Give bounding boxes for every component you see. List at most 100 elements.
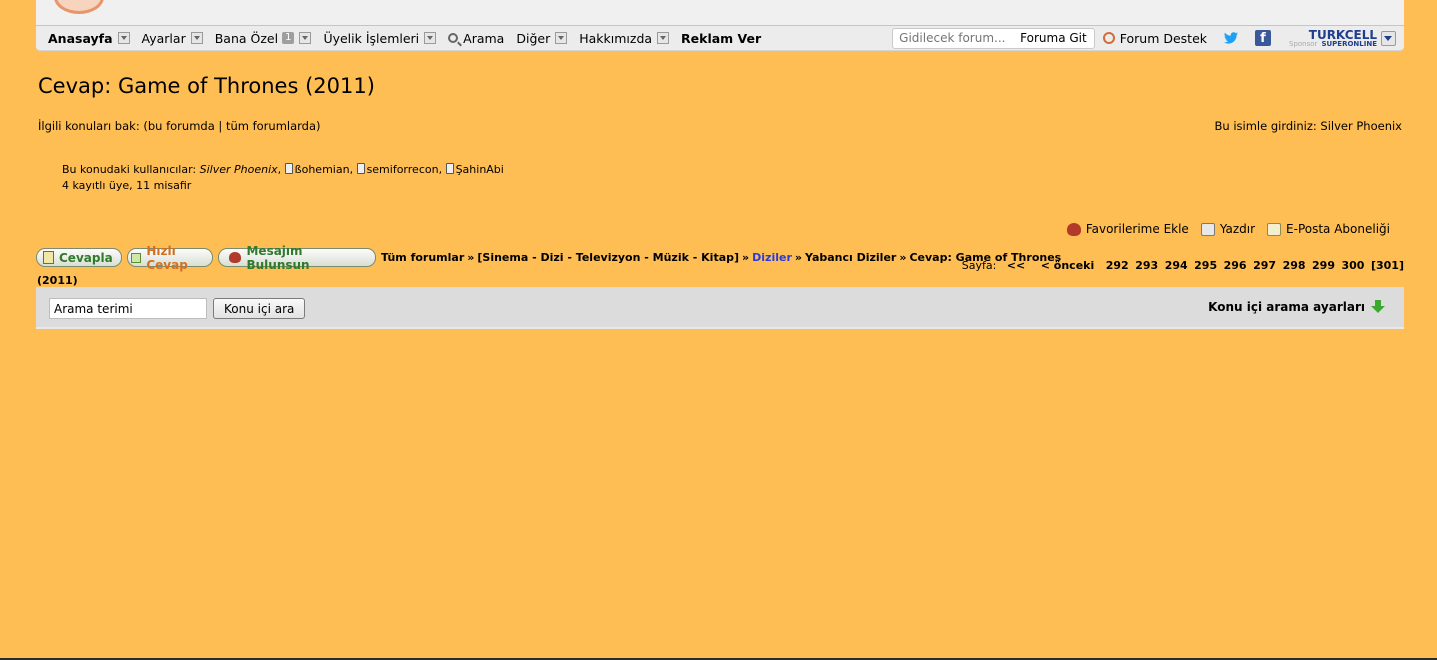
mobile-icon bbox=[445, 163, 454, 174]
nav-membership[interactable]: Üyelik İşlemleri bbox=[323, 30, 437, 46]
arrow-right-icon bbox=[131, 252, 142, 263]
reply-button-label: Cevapla bbox=[59, 250, 113, 265]
top-banner bbox=[36, 0, 1404, 25]
download-arrow-icon bbox=[1371, 300, 1385, 314]
viewers-line: Bu konudaki kullanıcılar: Silver Phoenix… bbox=[62, 163, 504, 176]
quick-reply-button-label: Hızlı Cevap bbox=[146, 243, 188, 272]
nav-about[interactable]: Hakkımızda bbox=[579, 31, 670, 46]
breadcrumb-forum[interactable]: Diziler bbox=[752, 251, 792, 264]
main-navbar: Anasayfa Ayarlar Bana Özel 1 Üyelik İşle… bbox=[36, 26, 1404, 51]
email-icon bbox=[1267, 222, 1282, 236]
page-link[interactable]: 299 bbox=[1312, 259, 1335, 272]
nav-membership-label: Üyelik İşlemleri bbox=[323, 30, 420, 46]
nav-search[interactable]: Arama bbox=[448, 31, 504, 46]
viewers-summary: 4 kayıtlı üye, 11 misafir bbox=[62, 179, 192, 192]
breadcrumb-category[interactable]: [Sinema - Dizi - Televizyon - Müzik - Ki… bbox=[477, 251, 739, 264]
search-icon bbox=[448, 33, 459, 43]
page-link[interactable]: 296 bbox=[1224, 259, 1247, 272]
nav-search-label: Arama bbox=[463, 30, 505, 46]
nav-home[interactable]: Anasayfa bbox=[48, 31, 130, 46]
email-subscribe-label: E-Posta Aboneliği bbox=[1286, 222, 1390, 236]
search-settings-label: Konu içi arama ayarları bbox=[1208, 300, 1365, 314]
topic-search-bar: Konu içi ara Konu içi arama ayarları bbox=[36, 287, 1404, 329]
nav-advertise-label: Reklam Ver bbox=[681, 30, 762, 46]
sponsor-logo[interactable]: TURKCELL Sponsor SUPERONLINE bbox=[1289, 27, 1377, 49]
breadcrumb: Tüm forumlar» [Sinema - Dizi - Televizyon… bbox=[381, 251, 1061, 264]
breadcrumb-separator: » bbox=[794, 251, 802, 264]
related-suffix: ) bbox=[316, 119, 321, 133]
heart-icon bbox=[1066, 222, 1081, 236]
chevron-down-icon[interactable] bbox=[424, 32, 437, 44]
pagination-label: Sayfa: bbox=[961, 259, 997, 272]
twitter-icon[interactable] bbox=[1223, 30, 1239, 46]
topic-actions: Favorilerime Ekle Yazdır E-Posta Aboneli… bbox=[1055, 222, 1390, 236]
forum-jump-button[interactable]: Foruma Git bbox=[1020, 31, 1094, 45]
print-label: Yazdır bbox=[1219, 222, 1256, 236]
related-topics: İlgili konuları bak: (bu forumda | tüm f… bbox=[38, 119, 321, 133]
breadcrumb-separator: » bbox=[467, 251, 475, 264]
facebook-icon[interactable]: f bbox=[1255, 30, 1271, 46]
page-link[interactable]: 297 bbox=[1253, 259, 1276, 272]
printer-icon bbox=[1200, 222, 1215, 236]
site-logo[interactable] bbox=[54, 0, 104, 14]
heart-icon bbox=[229, 252, 242, 263]
page-link[interactable]: 300 bbox=[1342, 259, 1365, 272]
email-subscribe-link[interactable]: E-Posta Aboneliği bbox=[1267, 222, 1390, 236]
page-link[interactable]: 293 bbox=[1135, 259, 1158, 272]
page-link[interactable]: 294 bbox=[1165, 259, 1188, 272]
print-link[interactable]: Yazdır bbox=[1200, 222, 1256, 236]
forum-jump: Foruma Git bbox=[892, 27, 1095, 49]
chevron-down-icon[interactable] bbox=[299, 32, 312, 44]
related-this-forum-link[interactable]: bu forumda bbox=[148, 119, 215, 133]
forum-support-label: Forum Destek bbox=[1119, 30, 1207, 46]
viewer-member[interactable]: ßohemian bbox=[295, 163, 350, 176]
breadcrumb-all-forums[interactable]: Tüm forumlar bbox=[381, 251, 464, 264]
mobile-icon bbox=[284, 163, 293, 174]
page-link[interactable]: 298 bbox=[1283, 259, 1306, 272]
page-title: Cevap: Game of Thrones (2011) bbox=[38, 74, 375, 98]
chevron-down-icon[interactable] bbox=[1381, 30, 1396, 46]
sponsor-label: Sponsor bbox=[1289, 40, 1318, 48]
breadcrumb-separator: » bbox=[742, 251, 750, 264]
search-settings-toggle[interactable]: Konu içi arama ayarları bbox=[1208, 300, 1385, 314]
viewers-prefix: Bu konudaki kullanıcılar: bbox=[62, 163, 197, 176]
chevron-down-icon[interactable] bbox=[190, 32, 203, 44]
page-link[interactable]: 295 bbox=[1194, 259, 1217, 272]
related-separator: | bbox=[214, 119, 226, 133]
nav-special[interactable]: Bana Özel 1 bbox=[215, 31, 312, 46]
found-message-button[interactable]: Mesajım Bulunsun bbox=[218, 244, 376, 272]
related-all-forums-link[interactable]: tüm forumlarda bbox=[226, 119, 316, 133]
topic-search-button[interactable]: Konu içi ara bbox=[213, 298, 306, 319]
support-icon bbox=[1102, 32, 1115, 44]
chevron-down-icon[interactable] bbox=[657, 32, 670, 44]
viewer-current-user[interactable]: Silver Phoenix bbox=[200, 163, 278, 176]
add-favorites-link[interactable]: Favorilerime Ekle bbox=[1066, 222, 1189, 236]
chevron-down-icon[interactable] bbox=[555, 32, 568, 44]
page-link[interactable]: 292 bbox=[1106, 259, 1129, 272]
chevron-down-icon[interactable] bbox=[117, 32, 130, 44]
viewer-member[interactable]: ŞahinAbi bbox=[456, 163, 504, 176]
breadcrumb-subforum[interactable]: Yabancı Diziler bbox=[805, 251, 896, 264]
topic-viewers: Bu konudaki kullanıcılar: Silver Phoenix… bbox=[62, 162, 504, 194]
breadcrumb-separator: » bbox=[899, 251, 907, 264]
current-page: [301] bbox=[1370, 259, 1404, 272]
prev-page-link[interactable]: < önceki bbox=[1041, 259, 1095, 272]
nav-advertise[interactable]: Reklam Ver bbox=[681, 31, 761, 46]
add-favorites-label: Favorilerime Ekle bbox=[1085, 222, 1189, 236]
first-page-link[interactable]: << bbox=[1007, 259, 1025, 272]
forum-jump-input[interactable] bbox=[893, 31, 1021, 45]
nav-other[interactable]: Diğer bbox=[516, 30, 568, 46]
nav-home-label: Anasayfa bbox=[48, 30, 113, 46]
reply-button[interactable]: Cevapla bbox=[36, 248, 122, 267]
notification-badge: 1 bbox=[282, 32, 295, 44]
forum-support-link[interactable]: Forum Destek bbox=[1102, 30, 1207, 46]
viewer-member[interactable]: semiforrecon bbox=[367, 163, 439, 176]
nav-other-label: Diğer bbox=[516, 30, 551, 46]
document-icon bbox=[43, 251, 54, 264]
quick-reply-button[interactable]: Hızlı Cevap bbox=[127, 244, 213, 272]
logged-in-user: Bu isimle girdiniz: Silver Phoenix bbox=[1214, 119, 1403, 133]
breadcrumb-topic-continued: (2011) bbox=[37, 274, 78, 287]
nav-settings[interactable]: Ayarlar bbox=[142, 31, 203, 46]
mobile-icon bbox=[356, 163, 365, 174]
topic-search-input[interactable] bbox=[49, 298, 207, 319]
